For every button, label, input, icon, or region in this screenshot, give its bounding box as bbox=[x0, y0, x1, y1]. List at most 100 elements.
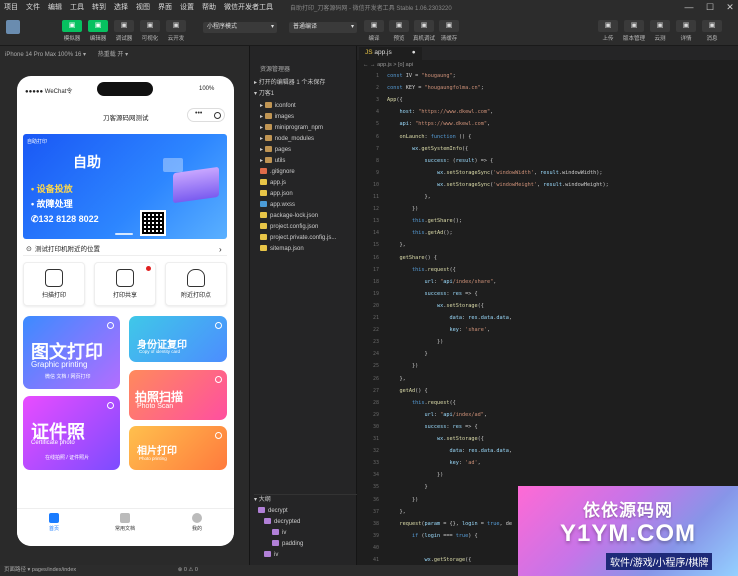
menu-item[interactable]: 编辑 bbox=[44, 2, 66, 12]
code-line[interactable]: success: res => { bbox=[387, 291, 477, 297]
file-tree-item[interactable]: app.wxss bbox=[260, 200, 367, 211]
menu-item[interactable]: 视图 bbox=[132, 2, 154, 12]
card-certificate-photo[interactable]: 证件照 Certificate photo 在线拍照 / 证件照片 bbox=[23, 396, 120, 470]
code-line[interactable]: }, bbox=[387, 242, 405, 248]
code-line[interactable]: key: 'share', bbox=[387, 327, 490, 333]
code-line[interactable]: this.request({ bbox=[387, 400, 456, 406]
code-line[interactable]: }) bbox=[387, 363, 418, 369]
code-line[interactable]: key: 'ad', bbox=[387, 460, 480, 466]
outline-item[interactable]: decrypted bbox=[264, 517, 371, 528]
menu-item[interactable]: 微信开发者工具 bbox=[220, 2, 277, 12]
code-line[interactable]: getShare() { bbox=[387, 255, 438, 261]
file-tree-item[interactable]: ▸ images bbox=[260, 112, 367, 123]
code-line[interactable]: wx.setStorageSync('windowHeight', result… bbox=[387, 182, 609, 188]
code-line[interactable]: }) bbox=[387, 497, 418, 503]
code-line[interactable]: }, bbox=[387, 376, 405, 382]
quick-action-nearby[interactable]: 附近打印点 bbox=[165, 262, 227, 306]
code-line[interactable]: App({ bbox=[387, 97, 403, 103]
hot-reload-select[interactable]: 热重载 开 ▾ bbox=[98, 52, 128, 58]
card-graphic-printing[interactable]: 图文打印 Graphic printing 微信 文档 / 网页打印 bbox=[23, 316, 120, 389]
toolbar-button[interactable]: ▣ 编辑器 bbox=[86, 20, 110, 42]
toolbar-button[interactable]: ▣ 模拟器 bbox=[60, 20, 84, 42]
file-tree-item[interactable]: ▸ utils bbox=[260, 156, 367, 167]
code-line[interactable]: const IV = "hougaung"; bbox=[387, 73, 456, 79]
toolbar-button[interactable]: ▣ 云开发 bbox=[164, 20, 188, 42]
file-tree-item[interactable]: project.config.json bbox=[260, 222, 367, 233]
toolbar-button[interactable]: ▣ 详情 bbox=[674, 20, 698, 42]
file-tree-item[interactable]: sitemap.json bbox=[260, 244, 367, 255]
outline-item[interactable]: iv bbox=[264, 550, 371, 561]
menu-item[interactable]: 工具 bbox=[66, 2, 88, 12]
code-line[interactable]: } bbox=[387, 484, 427, 490]
code-line[interactable]: this.getAd(); bbox=[387, 230, 453, 236]
code-line[interactable]: wx.getSystemInfo({ bbox=[387, 146, 468, 152]
card-photo-scan[interactable]: 拍照扫描 Photo Scan bbox=[129, 370, 227, 420]
mode-select[interactable]: 小程序模式 ▾ bbox=[203, 22, 277, 33]
device-select[interactable]: iPhone 14 Pro Max 100% 16 ▾ bbox=[5, 52, 86, 58]
code-line[interactable]: wx.getStorage({ bbox=[387, 557, 471, 563]
tab-home[interactable]: 首页 bbox=[24, 513, 84, 532]
page-path[interactable]: 页面路径 ▾ pages/index/index bbox=[4, 567, 76, 573]
menu-item[interactable]: 界面 bbox=[154, 2, 176, 12]
code-line[interactable]: url: "api/index/ad", bbox=[387, 412, 486, 418]
code-line[interactable]: }) bbox=[387, 206, 418, 212]
card-id-copy[interactable]: 身份证复印 Copy of identity card bbox=[129, 316, 227, 362]
menu-item[interactable]: 选择 bbox=[110, 2, 132, 12]
banner[interactable]: 自助打印 自助 • 设备投放 • 故障处理 ✆132 8128 8022 bbox=[23, 134, 227, 239]
code-line[interactable]: request(param = {}, login = true, de bbox=[387, 521, 513, 527]
nav-forward-icon[interactable]: → bbox=[370, 62, 376, 68]
code-line[interactable]: api: "https://www.dkewl.com", bbox=[387, 121, 491, 127]
toolbar-button[interactable]: ▣ 消息 bbox=[700, 20, 724, 42]
code-line[interactable]: }, bbox=[387, 509, 405, 515]
tab-documents[interactable]: 常用文档 bbox=[95, 513, 155, 532]
code-line[interactable]: data: res.data.data, bbox=[387, 448, 512, 454]
toolbar-button[interactable]: ▣ 版本管理 bbox=[622, 20, 646, 42]
open-editors-section[interactable]: ▸ 打开的编辑器 1 个未保存 bbox=[254, 78, 361, 89]
code-line[interactable]: }) bbox=[387, 339, 443, 345]
code-line[interactable]: onLaunch: function () { bbox=[387, 134, 472, 140]
toolbar-button[interactable]: ▣ 真机调试 bbox=[412, 20, 436, 42]
file-tree-item[interactable]: ▸ iconfont bbox=[260, 101, 367, 112]
code-line[interactable]: success: (result) => { bbox=[387, 158, 493, 164]
code-line[interactable]: url: "api/index/share", bbox=[387, 279, 496, 285]
toolbar-button[interactable]: ▣ 清缓存 bbox=[437, 20, 461, 42]
menu-item[interactable]: 转到 bbox=[88, 2, 110, 12]
code-line[interactable]: }, bbox=[387, 194, 430, 200]
file-tree-item[interactable]: ▸ miniprogram_npm bbox=[260, 123, 367, 134]
file-tree-item[interactable]: app.json bbox=[260, 189, 367, 200]
card-photo-printing[interactable]: 相片打印 Photo printing bbox=[129, 426, 227, 470]
minimize-icon[interactable]: — bbox=[683, 1, 695, 13]
menu-item[interactable]: 设置 bbox=[176, 2, 198, 12]
file-tree-item[interactable]: package-lock.json bbox=[260, 211, 367, 222]
file-tree-item[interactable]: .gitignore bbox=[260, 167, 367, 178]
menu-item[interactable]: 项目 bbox=[0, 2, 22, 12]
editor-tab-app-js[interactable]: JS app.js ● bbox=[359, 47, 422, 60]
code-line[interactable]: }) bbox=[387, 472, 443, 478]
nav-back-icon[interactable]: ← bbox=[363, 62, 369, 68]
quick-action-share[interactable]: 打印共享 bbox=[94, 262, 156, 306]
toolbar-button[interactable]: ▣ 预览 bbox=[387, 20, 411, 42]
code-line[interactable]: wx.setStorage({ bbox=[387, 303, 484, 309]
file-tree-item[interactable]: project.private.config.js... bbox=[260, 233, 367, 244]
code-line[interactable]: data: res.data.data, bbox=[387, 315, 512, 321]
code-line[interactable]: wx.setStorageSync('windowWidth', result.… bbox=[387, 170, 603, 176]
code-line[interactable]: wx.setStorage({ bbox=[387, 436, 484, 442]
toolbar-button[interactable]: ▣ 云测 bbox=[648, 20, 672, 42]
capsule-menu[interactable]: ••• bbox=[187, 108, 225, 122]
outline-section[interactable]: ▾ 大纲 bbox=[254, 494, 361, 505]
code-line[interactable]: const KEY = "hougaungfolma.cn"; bbox=[387, 85, 484, 91]
toolbar-button[interactable]: ▣ 调试器 bbox=[112, 20, 136, 42]
menu-item[interactable]: 文件 bbox=[22, 2, 44, 12]
toolbar-button[interactable]: ▣ 上传 bbox=[596, 20, 620, 42]
menu-item[interactable]: 帮助 bbox=[198, 2, 220, 12]
code-line[interactable]: this.request({ bbox=[387, 267, 456, 273]
code-line[interactable]: } bbox=[387, 351, 427, 357]
code-line[interactable]: if (login === true) { bbox=[387, 533, 478, 539]
avatar[interactable] bbox=[6, 20, 20, 34]
compile-select[interactable]: 普通编译 ▾ bbox=[289, 22, 357, 33]
project-root[interactable]: ▾ 刀客1 bbox=[254, 89, 361, 100]
more-icon[interactable]: ••• bbox=[195, 110, 202, 117]
quick-action-scan[interactable]: 扫描打印 bbox=[23, 262, 85, 306]
code-line[interactable]: host: "https://www.dkewl.com", bbox=[387, 109, 494, 115]
toolbar-button[interactable]: ▣ 编译 bbox=[362, 20, 386, 42]
